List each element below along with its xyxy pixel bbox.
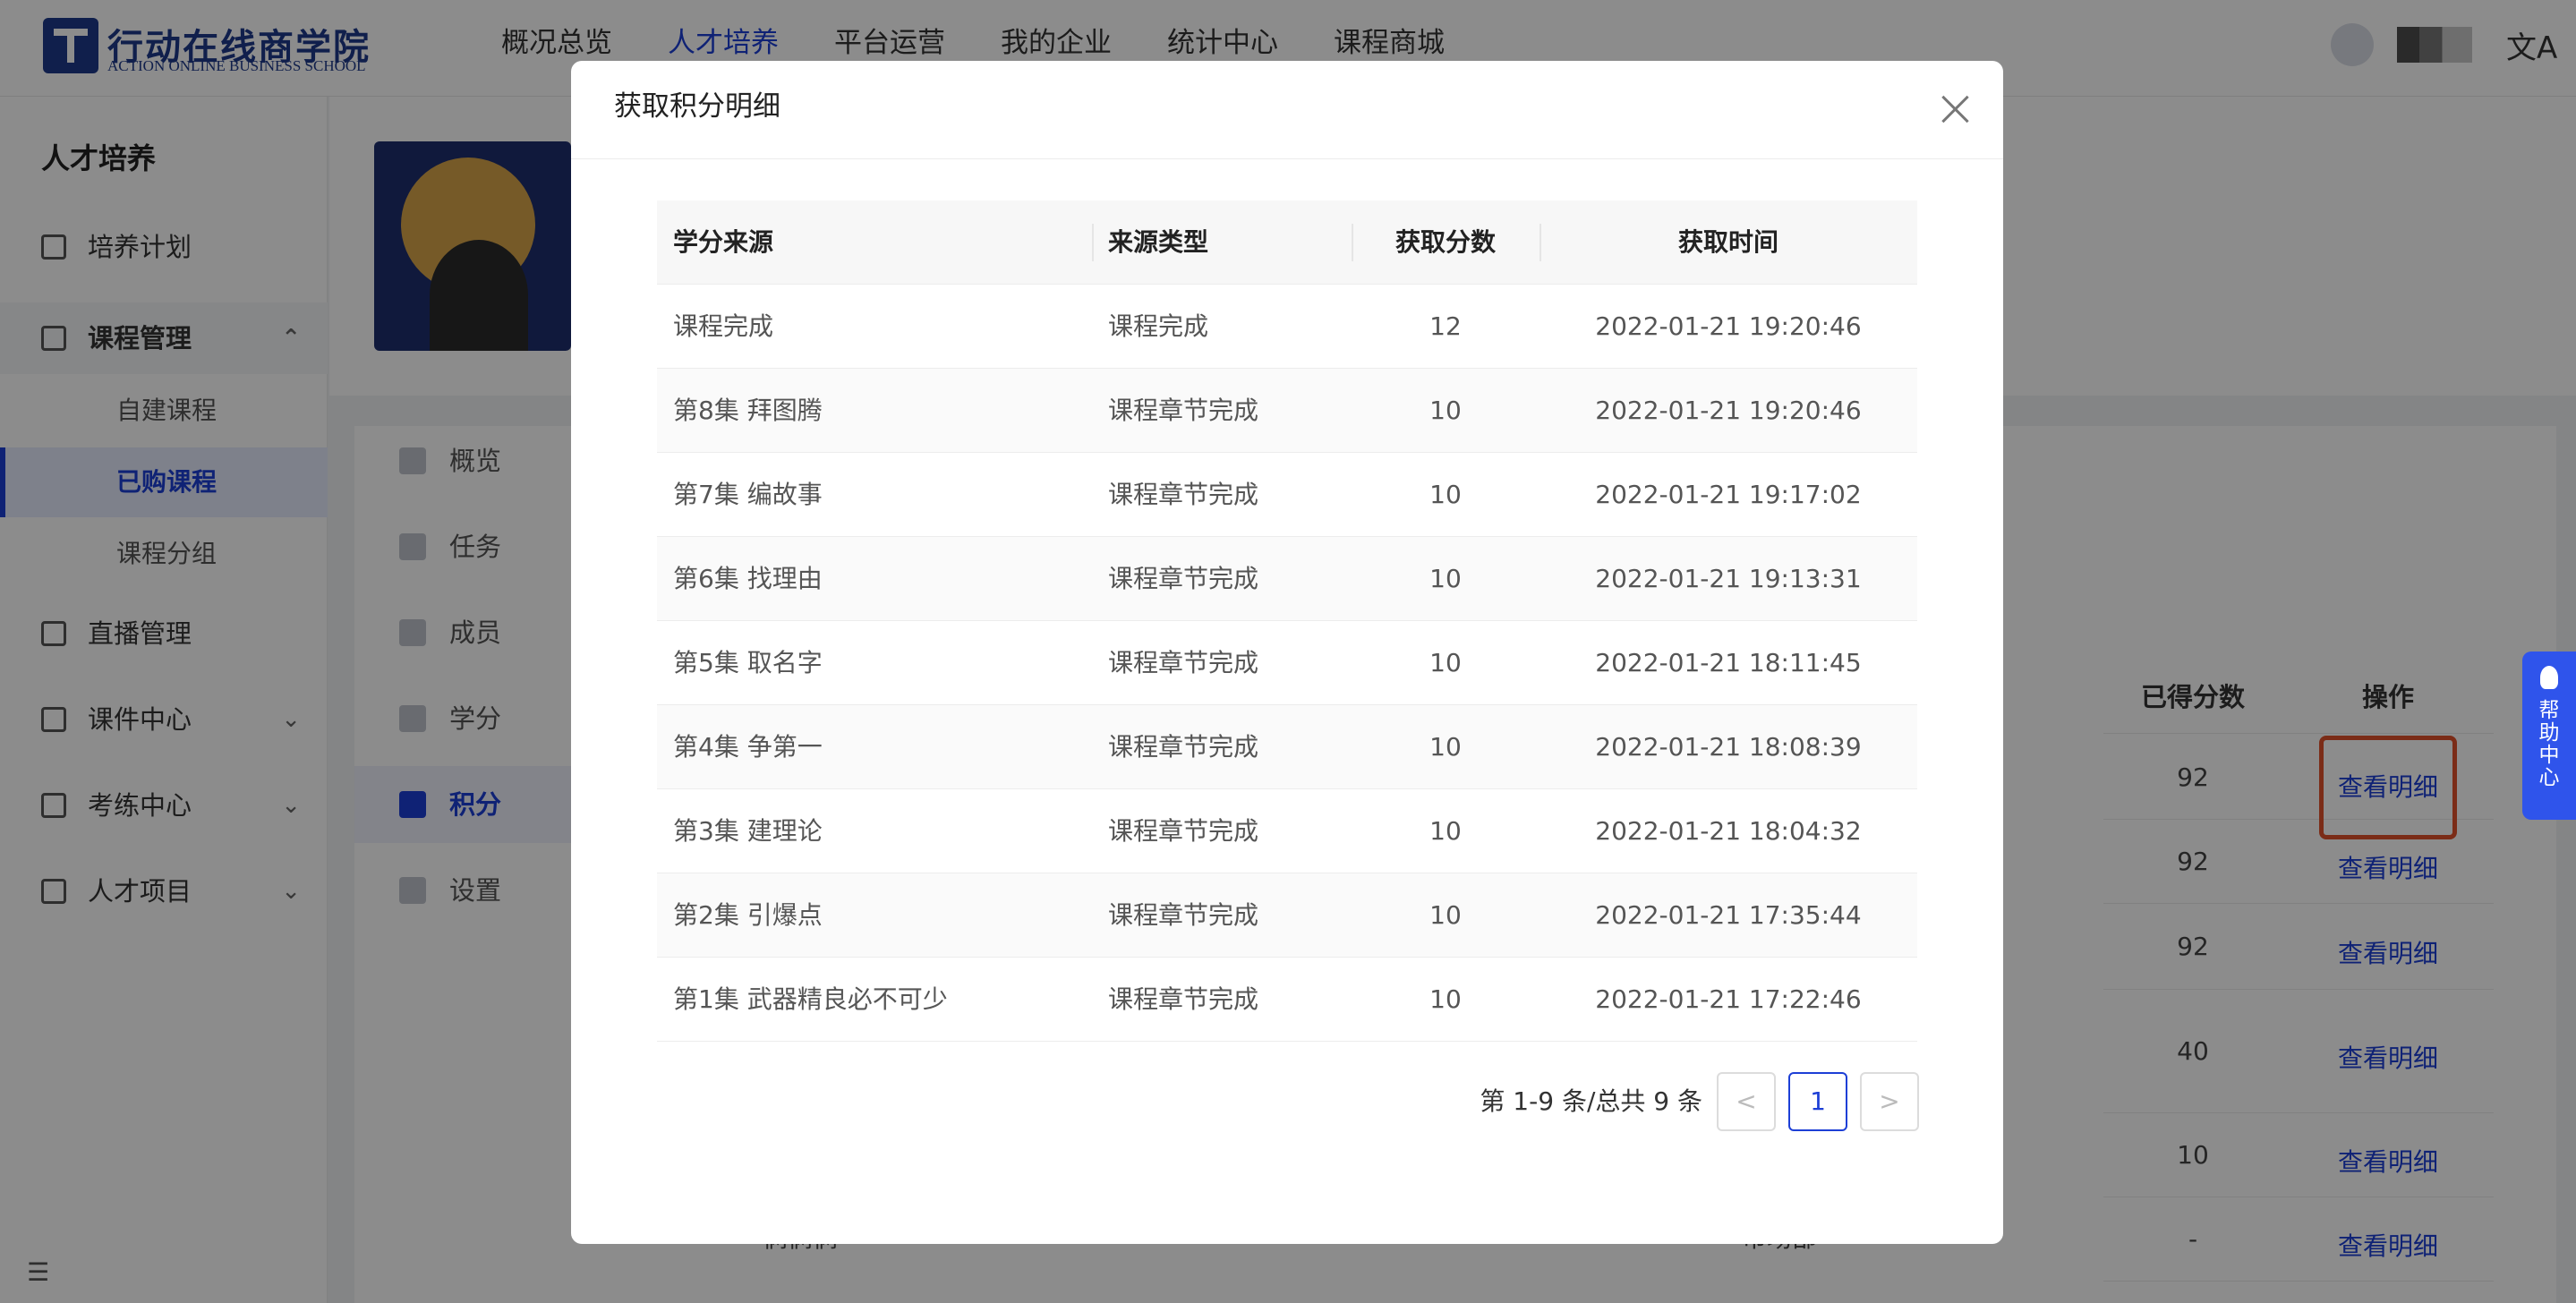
table-row: 课程完成 课程完成 12 2022-01-21 19:20:46 — [657, 285, 1917, 369]
time-cell: 2022-01-21 17:22:46 — [1595, 984, 1862, 1014]
source-type-cell: 课程章节完成 — [1108, 816, 1259, 846]
time-cell: 2022-01-21 19:20:46 — [1595, 396, 1862, 425]
time-cell: 2022-01-21 18:11:45 — [1595, 648, 1862, 677]
table-row: 第8集 拜图腾 课程章节完成 10 2022-01-21 19:20:46 — [657, 369, 1917, 453]
table-body: 课程完成 课程完成 12 2022-01-21 19:20:46 第8集 拜图腾 课程章节… — [657, 285, 1917, 1042]
source-cell: 课程完成 — [673, 311, 774, 341]
points-detail-table: 学分来源 来源类型 获取分数 获取时间 课程完成 课程完成 12 2022-01-21… — [657, 200, 1917, 1042]
points-cell: 10 — [1429, 984, 1462, 1014]
points-detail-modal: 获取积分明细 学分来源 来源类型 获取分数 获取时间 课程完成 课程完成 12 202… — [571, 61, 2003, 1244]
pagination-total: 第 1-9 条/总共 9 条 — [1480, 1086, 1702, 1116]
points-cell: 10 — [1429, 816, 1462, 846]
points-cell: 10 — [1429, 564, 1462, 593]
source-type-cell: 课程章节完成 — [1108, 396, 1259, 425]
time-cell: 2022-01-21 19:17:02 — [1595, 480, 1862, 509]
time-cell: 2022-01-21 19:20:46 — [1595, 311, 1862, 341]
source-type-cell: 课程章节完成 — [1108, 564, 1259, 593]
source-cell: 第4集 争第一 — [673, 732, 823, 762]
table-row: 第7集 编故事 课程章节完成 10 2022-01-21 19:17:02 — [657, 453, 1917, 537]
time-cell: 2022-01-21 18:04:32 — [1595, 816, 1862, 846]
pagination-prev-button[interactable]: < — [1717, 1072, 1776, 1131]
source-cell: 第8集 拜图腾 — [673, 396, 823, 425]
help-center-label: 帮助中心 — [2538, 699, 2560, 789]
source-cell: 第7集 编故事 — [673, 480, 823, 509]
time-cell: 2022-01-21 17:35:44 — [1595, 900, 1862, 930]
source-type-cell: 课程完成 — [1108, 311, 1209, 341]
source-type-cell: 课程章节完成 — [1108, 480, 1259, 509]
points-cell: 12 — [1429, 311, 1462, 341]
table-row: 第6集 找理由 课程章节完成 10 2022-01-21 19:13:31 — [657, 537, 1917, 621]
source-cell: 第1集 武器精良必不可少 — [673, 984, 948, 1014]
lightbulb-icon — [2540, 666, 2558, 689]
points-cell: 10 — [1429, 900, 1462, 930]
points-cell: 10 — [1429, 732, 1462, 762]
source-type-cell: 课程章节完成 — [1108, 900, 1259, 930]
column-header-time: 获取时间 — [1540, 200, 1917, 284]
pagination-next-button[interactable]: > — [1860, 1072, 1919, 1131]
modal-title: 获取积分明细 — [614, 90, 780, 123]
pagination-page-1[interactable]: 1 — [1788, 1072, 1847, 1131]
column-header-points: 获取分数 — [1352, 200, 1540, 284]
source-cell: 第6集 找理由 — [673, 564, 823, 593]
time-cell: 2022-01-21 18:08:39 — [1595, 732, 1862, 762]
column-header-source-type: 来源类型 — [1092, 200, 1352, 284]
source-type-cell: 课程章节完成 — [1108, 732, 1259, 762]
table-row: 第3集 建理论 课程章节完成 10 2022-01-21 18:04:32 — [657, 789, 1917, 873]
column-header-source: 学分来源 — [673, 227, 774, 257]
table-row: 第2集 引爆点 课程章节完成 10 2022-01-21 17:35:44 — [657, 873, 1917, 958]
source-cell: 第2集 引爆点 — [673, 900, 823, 930]
source-type-cell: 课程章节完成 — [1108, 648, 1259, 677]
pagination: 第 1-9 条/总共 9 条 < 1 > — [571, 1072, 2003, 1131]
table-row: 第5集 取名字 课程章节完成 10 2022-01-21 18:11:45 — [657, 621, 1917, 705]
source-cell: 第3集 建理论 — [673, 816, 823, 846]
help-center-tab[interactable]: 帮助中心 — [2522, 652, 2576, 820]
points-cell: 10 — [1429, 480, 1462, 509]
points-cell: 10 — [1429, 648, 1462, 677]
table-header: 学分来源 来源类型 获取分数 获取时间 — [657, 200, 1917, 285]
source-cell: 第5集 取名字 — [673, 648, 823, 677]
modal-header: 获取积分明细 — [571, 61, 2003, 159]
source-type-cell: 课程章节完成 — [1108, 984, 1259, 1014]
table-row: 第4集 争第一 课程章节完成 10 2022-01-21 18:08:39 — [657, 705, 1917, 789]
points-cell: 10 — [1429, 396, 1462, 425]
table-row: 第1集 武器精良必不可少 课程章节完成 10 2022-01-21 17:22:46 — [657, 958, 1917, 1042]
close-icon[interactable] — [1933, 88, 1976, 131]
time-cell: 2022-01-21 19:13:31 — [1595, 564, 1862, 593]
